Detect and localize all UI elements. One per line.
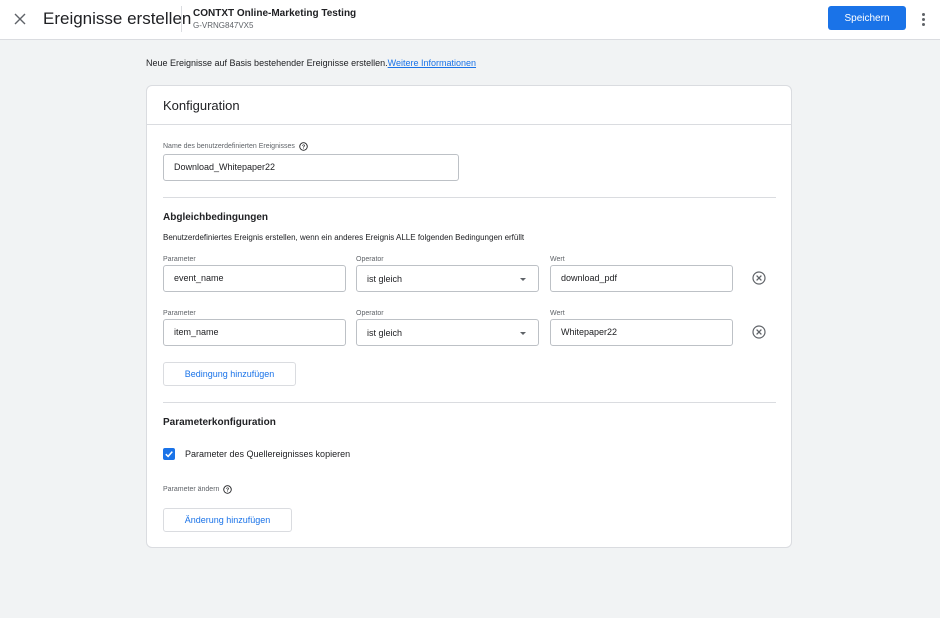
value-label: Wert <box>550 256 565 263</box>
more-info-link[interactable]: Weitere Informationen <box>388 58 476 68</box>
operator-select[interactable]: ist gleich <box>356 319 539 346</box>
conditions-title: Abgleichbedingungen <box>163 212 268 223</box>
value-input[interactable]: download_pdf <box>550 265 733 292</box>
event-name-label-text: Name des benutzerdefinierten Ereignisses <box>163 143 295 150</box>
account-name: CONTXT Online-Marketing Testing <box>193 8 357 19</box>
event-name-input[interactable]: Download_Whitepaper22 <box>163 154 459 181</box>
intro-description: Neue Ereignisse auf Basis bestehender Er… <box>146 58 388 68</box>
svg-text:?: ? <box>226 488 229 494</box>
section-divider <box>163 197 776 198</box>
modify-parameters-label-text: Parameter ändern <box>163 486 220 493</box>
title-divider <box>181 6 182 32</box>
add-modification-button[interactable]: Änderung hinzufügen <box>163 508 292 532</box>
parameter-config-title: Parameterkonfiguration <box>163 417 276 428</box>
svg-text:?: ? <box>302 145 305 151</box>
copy-parameters-label: Parameter des Quellereignisses kopieren <box>185 449 351 459</box>
parameter-label: Parameter <box>163 310 196 317</box>
value-input[interactable]: Whitepaper22 <box>550 319 733 346</box>
more-options-icon[interactable] <box>916 10 930 28</box>
card-header-divider <box>147 124 791 125</box>
close-icon[interactable] <box>10 9 30 29</box>
conditions-description: Benutzerdefiniertes Ereignis erstellen, … <box>163 233 525 242</box>
parameter-label: Parameter <box>163 256 196 263</box>
copy-parameters-checkbox[interactable] <box>163 448 175 460</box>
add-condition-button[interactable]: Bedingung hinzufügen <box>163 362 296 386</box>
value-label: Wert <box>550 310 565 317</box>
account-id: G-VRNG847VX5 <box>193 21 254 30</box>
operator-label: Operator <box>356 310 384 317</box>
intro-text: Neue Ereignisse auf Basis bestehender Er… <box>146 57 476 69</box>
operator-value: ist gleich <box>367 327 403 338</box>
remove-condition-icon[interactable] <box>751 324 767 340</box>
modify-parameters-label: Parameter ändern ? <box>163 485 233 494</box>
help-icon[interactable]: ? <box>299 142 308 151</box>
dropdown-arrow-icon <box>520 278 526 281</box>
save-button[interactable]: Speichern <box>828 6 906 30</box>
section-divider <box>163 402 776 403</box>
parameter-input[interactable]: item_name <box>163 319 346 346</box>
operator-label: Operator <box>356 256 384 263</box>
page-title: Ereignisse erstellen <box>43 9 192 28</box>
help-icon[interactable]: ? <box>223 485 233 494</box>
configuration-card: Konfiguration Name des benutzerdefiniert… <box>146 85 792 548</box>
event-name-label: Name des benutzerdefinierten Ereignisses… <box>163 142 308 151</box>
card-title: Konfiguration <box>163 98 240 113</box>
dropdown-arrow-icon <box>520 332 526 335</box>
top-bar: Ereignisse erstellen CONTXT Online-Marke… <box>0 0 940 40</box>
parameter-input[interactable]: event_name <box>163 265 346 292</box>
operator-select[interactable]: ist gleich <box>356 265 539 292</box>
remove-condition-icon[interactable] <box>751 270 767 286</box>
operator-value: ist gleich <box>367 273 403 284</box>
